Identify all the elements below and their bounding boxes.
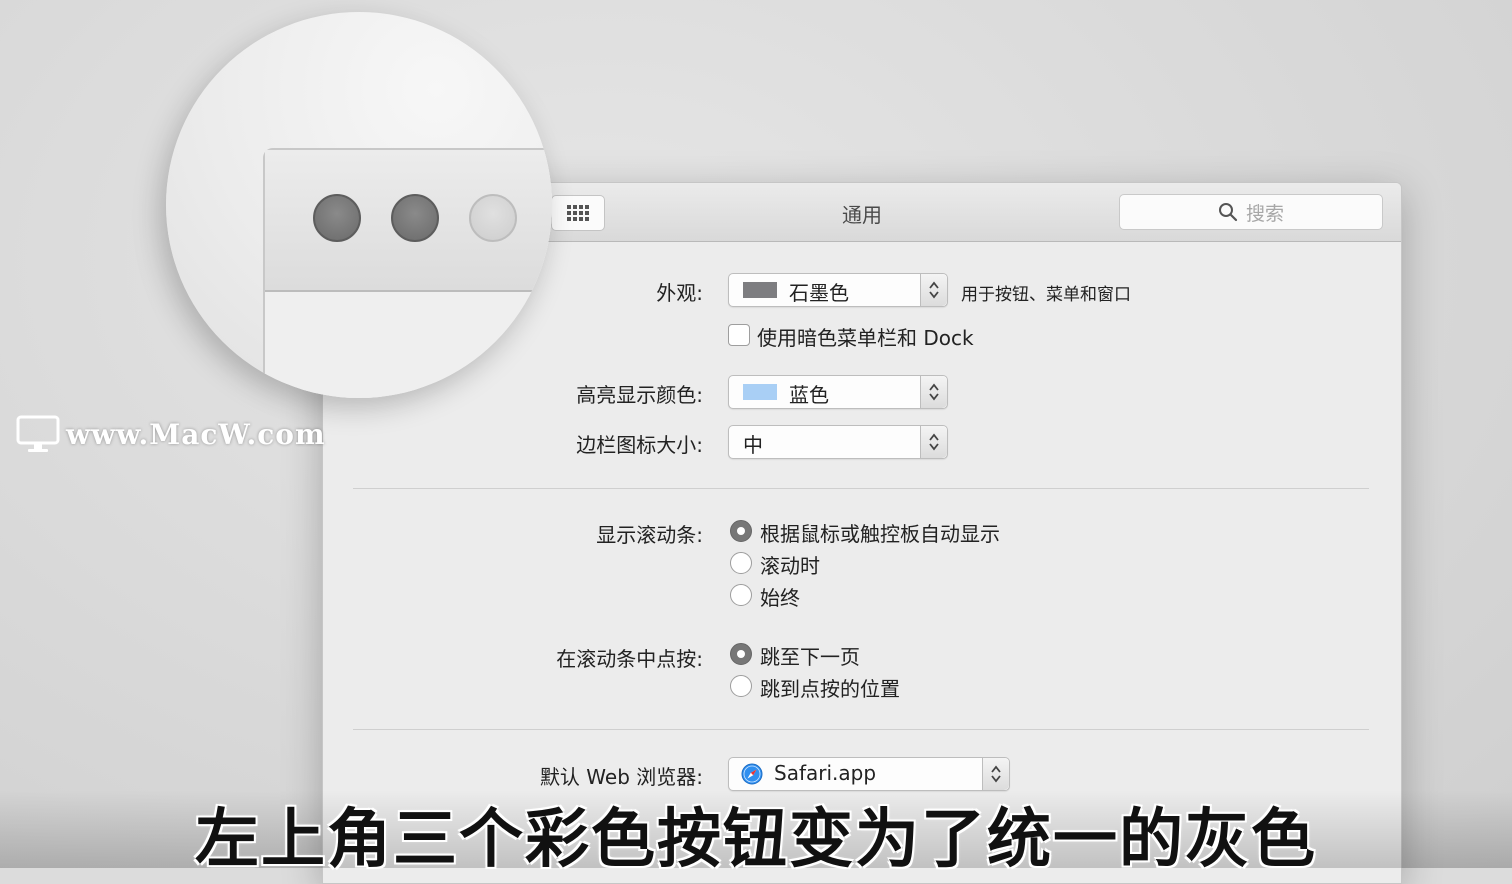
highlight-value: 蓝色 — [789, 383, 829, 407]
click-scroll-label: 在滚动条中点按: — [556, 647, 703, 671]
click-scroll-radio-next-page[interactable] — [730, 643, 752, 665]
sidebar-icon-value: 中 — [743, 433, 763, 457]
scrollbars-option-always: 始终 — [760, 586, 800, 610]
scrollbars-radio-scrolling[interactable] — [730, 552, 752, 574]
minimize-button[interactable] — [391, 194, 439, 242]
divider — [353, 488, 1369, 489]
dark-menu-checkbox[interactable] — [728, 324, 750, 346]
close-button[interactable] — [313, 194, 361, 242]
scrollbars-label: 显示滚动条: — [596, 523, 703, 547]
browser-stepper — [982, 758, 1009, 790]
zoom-button[interactable] — [469, 194, 517, 242]
updown-chevron-icon — [929, 281, 939, 299]
scrollbars-option-scrolling: 滚动时 — [760, 554, 820, 578]
updown-chevron-icon — [991, 765, 1001, 783]
sidebar-icon-popup[interactable]: 中 — [728, 425, 948, 459]
scrollbars-radio-always[interactable] — [730, 584, 752, 606]
magnified-window-corner — [263, 148, 552, 398]
video-caption: 左上角三个彩色按钮变为了统一的灰色 — [195, 803, 1317, 877]
safari-icon — [741, 763, 763, 785]
appearance-value: 石墨色 — [789, 281, 849, 305]
scrollbars-option-auto: 根据鼠标或触控板自动显示 — [760, 522, 1000, 546]
updown-chevron-icon — [929, 433, 939, 451]
browser-label: 默认 Web 浏览器: — [539, 765, 703, 789]
appearance-stepper — [920, 274, 947, 306]
appearance-popup[interactable]: 石墨色 — [728, 273, 948, 307]
search-icon — [1218, 203, 1238, 222]
dark-menu-label: 使用暗色菜单栏和 Dock — [757, 326, 974, 350]
click-scroll-option-next-page: 跳至下一页 — [760, 645, 860, 669]
appearance-swatch — [743, 282, 777, 298]
browser-popup[interactable]: Safari.app — [728, 757, 1010, 791]
divider — [353, 729, 1369, 730]
browser-value: Safari.app — [774, 761, 877, 785]
magnifier-callout — [166, 12, 552, 398]
highlight-popup[interactable]: 蓝色 — [728, 375, 948, 409]
search-field[interactable]: 搜索 — [1119, 194, 1383, 230]
sidebar-icon-stepper — [920, 426, 947, 458]
search-placeholder: 搜索 — [1245, 202, 1284, 225]
sidebar-icon-label: 边栏图标大小: — [576, 433, 703, 457]
magnified-title-bar — [265, 150, 552, 292]
highlight-stepper — [920, 376, 947, 408]
highlight-swatch — [743, 384, 777, 400]
click-scroll-radio-spot[interactable] — [730, 675, 752, 697]
monitor-logo-icon — [16, 415, 60, 452]
watermark: www.MacW.com — [16, 414, 326, 454]
click-scroll-option-spot: 跳到点按的位置 — [760, 677, 900, 701]
updown-chevron-icon — [929, 383, 939, 401]
watermark-text: www.MacW.com — [66, 417, 326, 451]
appearance-note: 用于按钮、菜单和窗口 — [961, 285, 1131, 305]
scrollbars-radio-auto[interactable] — [730, 520, 752, 542]
